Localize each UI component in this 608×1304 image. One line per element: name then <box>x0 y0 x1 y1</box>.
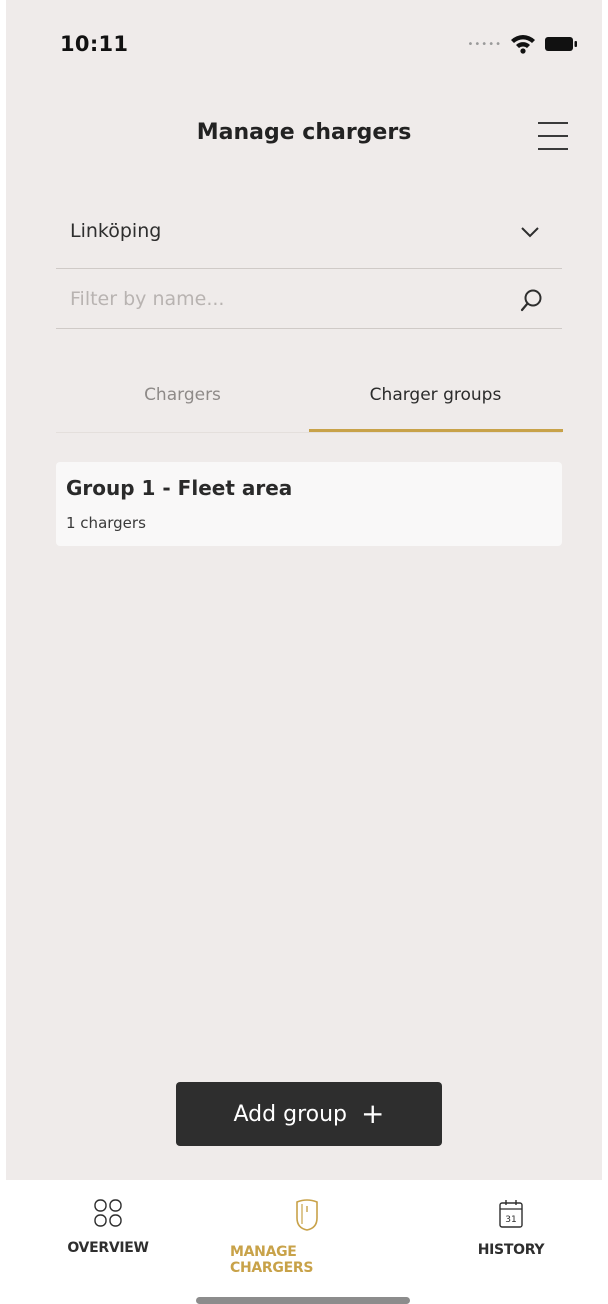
nav-item-manage-chargers[interactable]: MANAGE CHARGERS <box>230 1198 384 1276</box>
nav-label-overview: OVERVIEW <box>67 1240 149 1256</box>
search-input[interactable] <box>56 276 512 322</box>
location-select-value: Linköping <box>70 220 162 242</box>
add-group-label: Add group <box>233 1101 347 1127</box>
calendar-icon-day: 31 <box>505 1215 516 1225</box>
chevron-down-icon <box>521 227 539 238</box>
status-time: 10:11 <box>60 32 129 56</box>
signal-dots-icon: ••••• <box>467 38 502 50</box>
search-icon[interactable] <box>520 288 544 314</box>
nav-label-manage-chargers: MANAGE CHARGERS <box>230 1244 314 1276</box>
tab-chargers[interactable]: Chargers <box>56 360 309 430</box>
tab-bar: Chargers Charger groups <box>56 360 563 433</box>
status-bar: 10:11 ••••• <box>6 0 602 90</box>
nav-item-history[interactable]: 31 HISTORY <box>468 1198 554 1258</box>
nav-label-history: HISTORY <box>477 1242 545 1258</box>
bottom-nav: OVERVIEW MANAGE CHARGERS 31 HISTORY <box>6 1180 602 1304</box>
overview-grid-icon <box>94 1199 122 1227</box>
search-field <box>56 270 562 329</box>
location-select[interactable]: Linköping <box>56 206 562 269</box>
page-title: Manage chargers <box>196 120 412 145</box>
app-screen: 10:11 ••••• Manage chargers Linköping Fi… <box>6 0 602 1304</box>
add-group-button[interactable]: Add group + <box>176 1082 442 1146</box>
status-icons: ••••• <box>468 34 579 54</box>
group-charger-count: 1 chargers <box>66 514 146 532</box>
calendar-icon: 31 <box>499 1200 523 1228</box>
list-item[interactable]: Group 1 - Fleet area 1 chargers <box>56 462 562 546</box>
home-indicator <box>196 1297 410 1304</box>
group-name: Group 1 - Fleet area <box>66 476 293 500</box>
tab-charger-groups[interactable]: Charger groups <box>309 360 563 432</box>
hamburger-menu-icon[interactable] <box>538 122 570 150</box>
wifi-icon <box>511 35 535 54</box>
nav-item-overview[interactable]: OVERVIEW <box>56 1198 160 1256</box>
battery-icon <box>545 37 577 51</box>
charger-icon <box>296 1199 318 1231</box>
plus-icon: + <box>361 1097 385 1130</box>
